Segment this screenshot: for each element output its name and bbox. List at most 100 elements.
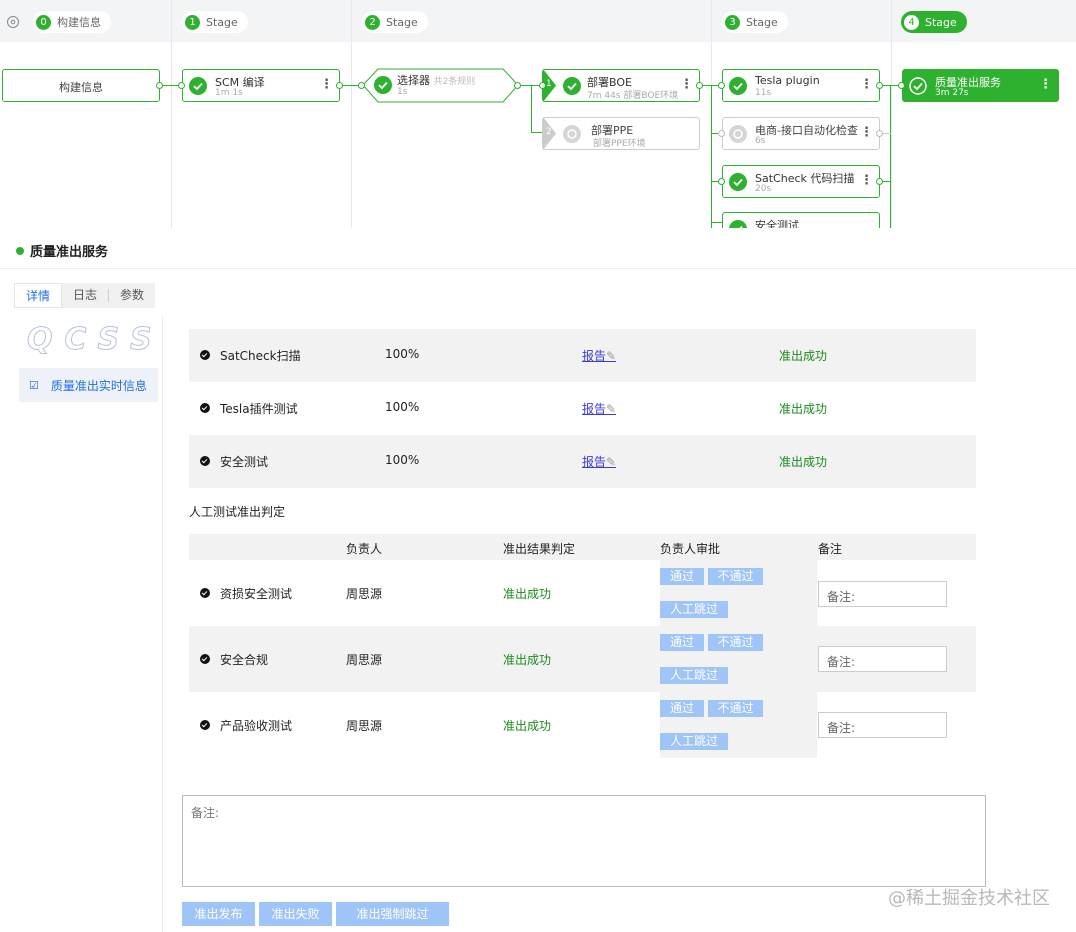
report-link[interactable]: 报告✎ (582, 400, 616, 417)
tab-logs[interactable]: 日志 (62, 283, 108, 308)
node-security-test[interactable]: 安全测试 (722, 212, 880, 228)
remark-input[interactable]: 备注: (818, 646, 947, 672)
check-name: SatCheck扫描 (220, 349, 301, 363)
paperclip-icon: ✎ (606, 455, 617, 469)
port (336, 82, 343, 89)
stage-tag-4[interactable]: 4 Stage (901, 11, 967, 33)
divider (0, 268, 1076, 269)
connector (711, 85, 712, 228)
manual-owner: 周思源 (346, 719, 383, 733)
pending-icon (729, 125, 747, 143)
stage-number: 3 (725, 14, 740, 30)
check-result: 准出成功 (779, 349, 828, 363)
watermark: @稀土掘金技术社区 (888, 888, 1050, 909)
node-duration: 1m 1s (215, 88, 243, 98)
check-circle-icon (729, 77, 747, 95)
port (156, 82, 163, 89)
node-tesla-plugin[interactable]: Tesla plugin 11s ⋮ (722, 69, 880, 102)
check-bullet-icon (200, 456, 210, 466)
reject-button[interactable]: 不通过 (708, 568, 763, 585)
port (178, 82, 185, 89)
port (876, 82, 883, 89)
node-title: 电商-接口自动化检查 (755, 124, 858, 137)
check-name: 安全测试 (220, 455, 269, 469)
tab-params[interactable]: 参数 (109, 283, 155, 308)
skip-button[interactable]: 人工跳过 (660, 601, 728, 618)
sidebar-item-realtime-info[interactable]: ☑ 质量准出实时信息 (19, 368, 158, 402)
check-result: 准出成功 (779, 402, 828, 416)
node-selector[interactable]: 选择器 共2条规则 1s (362, 68, 519, 103)
node-quality-exit[interactable]: 质量准出服务 3m 27s ⋮ (902, 69, 1059, 102)
fail-button[interactable]: 准出失败 (259, 902, 332, 926)
connector (531, 85, 532, 132)
node-duration: 1s (397, 87, 408, 97)
approve-button[interactable]: 通过 (660, 634, 704, 651)
manual-name: 资损安全测试 (220, 587, 293, 601)
stage-label: Stage (206, 15, 238, 29)
overall-remark-textarea[interactable]: 备注: (182, 795, 986, 887)
node-title: 选择器 (397, 74, 430, 87)
publish-button[interactable]: 准出发布 (182, 902, 255, 926)
check-circle-icon (909, 77, 927, 95)
reject-button[interactable]: 不通过 (708, 634, 763, 651)
force-skip-button[interactable]: 准出强制跳过 (336, 902, 449, 926)
node-title: 安全测试 (755, 219, 799, 228)
node-duration: 20s (755, 184, 772, 194)
port (718, 82, 725, 89)
node-duration: 11s (755, 88, 772, 98)
report-link[interactable]: 报告✎ (582, 453, 616, 470)
port (718, 130, 725, 137)
report-link-label: 报告 (582, 402, 607, 416)
stage-tag-2[interactable]: 2 Stage (362, 11, 428, 33)
stage-label: 构建信息 (57, 16, 101, 29)
report-link[interactable]: 报告✎ (582, 347, 616, 364)
table-row: 产品验收测试 周思源 准出成功 通过 不通过 人工跳过 备注: (189, 692, 976, 758)
skip-button[interactable]: 人工跳过 (660, 733, 728, 750)
check-rate: 100% (385, 453, 420, 467)
settings-icon[interactable] (6, 15, 20, 29)
stage-tag-1[interactable]: 1 Stage (182, 11, 248, 33)
stage-divider (351, 0, 352, 228)
node-satcheck[interactable]: SatCheck 代码扫描 20s ⋮ (722, 165, 880, 198)
remark-input[interactable]: 备注: (818, 581, 947, 607)
sidebar-item-label: 质量准出实时信息 (50, 378, 147, 393)
approve-button[interactable]: 通过 (660, 700, 704, 717)
checkbox-icon: ☑ (29, 378, 39, 392)
node-deploy-ppe[interactable]: 2 部署PPE 部署PPE环境 (542, 117, 700, 150)
more-icon[interactable]: ⋮ (860, 126, 873, 139)
check-circle-icon (729, 220, 747, 228)
stage-tag-3[interactable]: 3 Stage (722, 11, 788, 33)
node-duration: 7m 44s (587, 91, 621, 101)
node-deploy-boe[interactable]: 1 部署BOE 7m 44s 部署BOE环境 ⋮ (542, 69, 700, 102)
more-icon[interactable]: ⋮ (1039, 78, 1052, 91)
more-icon[interactable]: ⋮ (320, 78, 333, 91)
manual-owner: 周思源 (346, 587, 383, 601)
more-icon[interactable]: ⋮ (680, 78, 693, 91)
detail-title: 质量准出服务 (16, 241, 108, 260)
stage-divider (171, 0, 172, 228)
check-circle-icon (563, 77, 581, 95)
check-bullet-icon (200, 588, 210, 598)
check-circle-icon (189, 77, 207, 95)
manual-owner: 周思源 (346, 653, 383, 667)
port (514, 82, 521, 89)
node-ecommerce-check[interactable]: 电商-接口自动化检查 6s ⋮ (722, 117, 880, 150)
check-rate: 100% (385, 400, 420, 414)
qcss-logo: QCSS (27, 322, 164, 358)
stage-tag-0[interactable]: 0 构建信息 (33, 11, 111, 33)
node-scm[interactable]: SCM 编译 1m 1s ⋮ (182, 69, 340, 102)
tab-details[interactable]: 详情 (14, 283, 63, 308)
remark-input[interactable]: 备注: (818, 712, 947, 738)
stage-number: 1 (185, 14, 200, 30)
node-build-info[interactable]: 构建信息 (2, 69, 160, 102)
manual-result: 准出成功 (503, 653, 552, 667)
approve-button[interactable]: 通过 (660, 568, 704, 585)
port (539, 82, 546, 89)
skip-button[interactable]: 人工跳过 (660, 667, 728, 684)
connector (890, 85, 891, 228)
more-icon[interactable]: ⋮ (860, 78, 873, 91)
more-icon[interactable]: ⋮ (860, 174, 873, 187)
table-header: 负责人 准出结果判定 负责人审批 备注 (189, 534, 976, 560)
reject-button[interactable]: 不通过 (708, 700, 763, 717)
detail-tabs: 详情 日志 参数 (14, 283, 156, 308)
